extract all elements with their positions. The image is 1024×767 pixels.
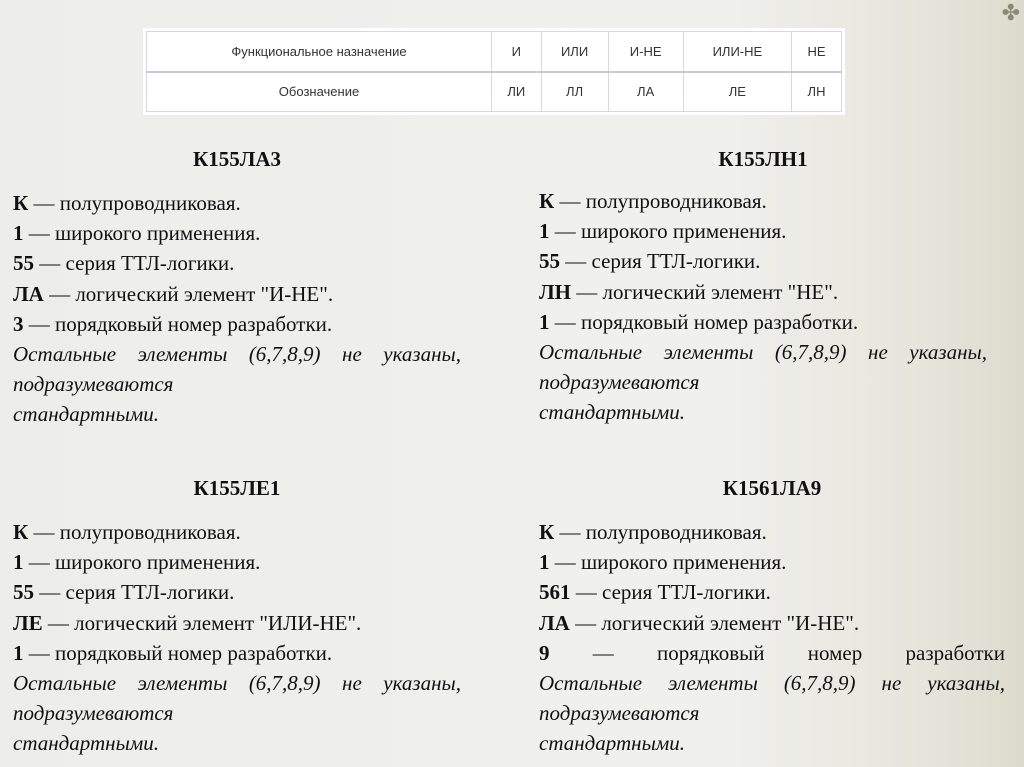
table-header-cell: НЕ [790, 31, 843, 73]
table-cell: ЛА [607, 71, 684, 112]
decode-line: ЛА — логический элемент "И-НЕ". [539, 610, 860, 635]
table-cell: ЛЕ [682, 71, 792, 112]
decode-line: 1 — широкого применения. [13, 221, 261, 246]
table-header-cell: ИЛИ [540, 31, 609, 73]
chip-title: К155ЛЕ1 [193, 476, 281, 500]
decode-line: ЛН — логический элемент "НЕ". [539, 279, 839, 304]
table-cell: ЛН [790, 71, 843, 112]
decode-line: 3 — порядковый номер разработки. [13, 311, 333, 336]
decode-line: К — полупроводниковая. [13, 191, 241, 215]
decode-line: 1 — порядковый номер разработки. [13, 640, 333, 665]
decode-line: 1 — широкого применения. [539, 550, 787, 575]
table-header-cell: ИЛИ-НЕ [682, 31, 792, 73]
table-header-cell: И-НЕ [607, 31, 684, 73]
chip-block-k155le1: К155ЛЕ1 К — полупроводниковая. 1 — широк… [13, 475, 461, 759]
decode-line: 1 — широкого применения. [539, 219, 787, 244]
note-text: Остальные элементы (6,7,8,9) не указаны,… [13, 342, 461, 427]
function-designation-table: Функциональное назначение И ИЛИ И-НЕ ИЛИ… [146, 31, 843, 112]
decode-line: 55 — серия ТТЛ-логики. [539, 249, 761, 274]
decode-line: К — полупроводниковая. [13, 520, 241, 544]
function-table: Функциональное назначение И ИЛИ И-НЕ ИЛИ… [143, 28, 845, 115]
table-header-cell: Функциональное назначение [146, 31, 492, 73]
corner-ornament-icon: ✤ [1001, 1, 1020, 26]
chip-block-k155la3: К155ЛА3 К — полупроводниковая. 1 — широк… [13, 146, 461, 430]
decode-line: 1 — порядковый номер разработки. [539, 309, 859, 334]
decode-line: 9 — порядковый номер разработки [539, 640, 1005, 665]
note-text: Остальные элементы (6,7,8,9) не указаны,… [539, 340, 987, 425]
chip-title: К155ЛН1 [718, 147, 808, 171]
chip-title: К155ЛА3 [192, 147, 282, 171]
table-cell: ЛЛ [540, 71, 609, 112]
decode-line: К — полупроводниковая. [539, 520, 767, 544]
note-text: Остальные элементы (6,7,8,9) не указаны,… [13, 671, 461, 756]
table-cell: Обозначение [146, 71, 492, 112]
note-text: Остальные элементы (6,7,8,9) не указаны,… [539, 671, 1005, 756]
table-header-cell: И [491, 31, 542, 73]
decode-line: 55 — серия ТТЛ-логики. [13, 580, 235, 605]
table-cell: ЛИ [491, 71, 542, 112]
decode-line: 561 — серия ТТЛ-логики. [539, 580, 771, 605]
chip-title: К1561ЛА9 [722, 476, 822, 500]
decode-line: К — полупроводниковая. [539, 189, 767, 213]
decode-line: ЛА — логический элемент "И-НЕ". [13, 281, 334, 306]
decode-line: 55 — серия ТТЛ-логики. [13, 251, 235, 276]
chip-block-k155ln1: К155ЛН1 К — полупроводниковая. 1 — широк… [539, 146, 987, 428]
table-row-function: Функциональное назначение И ИЛИ И-НЕ ИЛИ… [146, 31, 843, 73]
decode-line: 1 — широкого применения. [13, 550, 261, 575]
table-row-designation: Обозначение ЛИ ЛЛ ЛА ЛЕ ЛН [146, 71, 843, 112]
decode-line: ЛЕ — логический элемент "ИЛИ-НЕ". [13, 610, 362, 635]
chip-block-k1561la9: К1561ЛА9 К — полупроводниковая. 1 — широ… [539, 475, 1005, 759]
